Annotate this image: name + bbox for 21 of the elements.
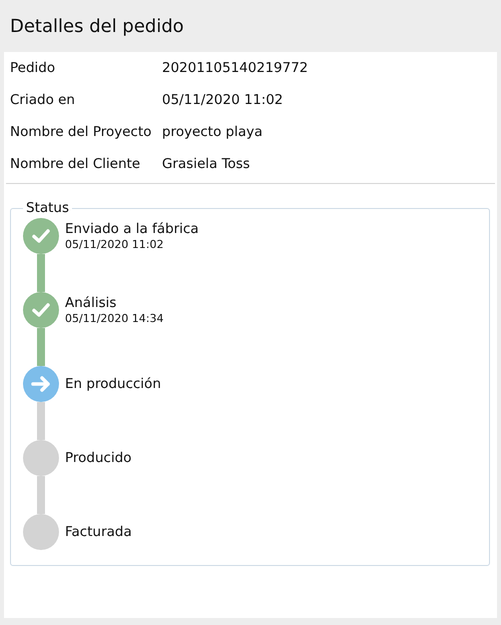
step-label: Producido bbox=[65, 449, 132, 467]
field-value: proyecto playa bbox=[162, 124, 264, 140]
check-icon bbox=[23, 218, 59, 254]
step-label: Facturada bbox=[65, 523, 132, 541]
field-value: 20201105140219772 bbox=[162, 60, 310, 76]
step-label: Enviado a la fábrica bbox=[65, 220, 199, 238]
field-label: Nombre del Cliente bbox=[10, 156, 142, 172]
group-legend: Status bbox=[23, 200, 72, 216]
step-date: 05/11/2020 14:34 bbox=[65, 312, 164, 326]
field-label: Pedido bbox=[10, 60, 56, 76]
step-date: 05/11/2020 11:02 bbox=[65, 238, 165, 252]
field-label: Criado en bbox=[10, 92, 76, 108]
step-circle bbox=[23, 440, 59, 476]
step-label: Análisis bbox=[65, 294, 118, 312]
field-value: Grasiela Toss bbox=[162, 156, 251, 172]
step-circle bbox=[23, 514, 59, 550]
page-title: Detalles del pedido bbox=[10, 16, 184, 36]
step-label: En producción bbox=[65, 375, 161, 393]
field-value: 05/11/2020 11:02 bbox=[162, 92, 284, 108]
check-icon bbox=[23, 292, 59, 328]
field-label: Nombre del Proyecto bbox=[10, 124, 153, 140]
